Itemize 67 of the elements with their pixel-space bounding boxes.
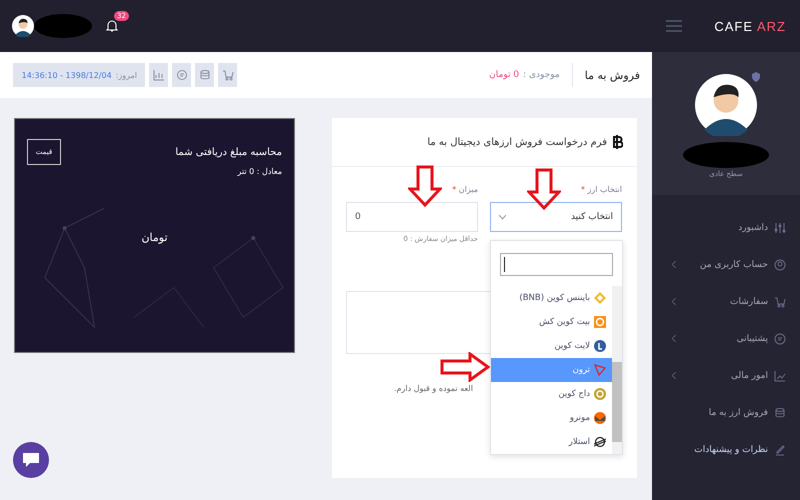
dropdown-option[interactable]: لایت کوین [491, 334, 612, 358]
chart-button[interactable] [149, 63, 168, 87]
avatar [12, 15, 34, 37]
balance-label: موجودی : [523, 70, 560, 80]
agreement-text: العه نموده و قبول دارم. [394, 384, 473, 393]
calculator-title: محاسبه مبلغ دریافتی شما [175, 146, 282, 158]
date-value: 1398/12/04 - 14:36:10 [22, 70, 112, 80]
chat-button[interactable] [13, 442, 49, 478]
currency-select[interactable]: انتخاب کنید [490, 202, 622, 232]
sliders-icon [774, 222, 786, 234]
dropdown-option[interactable]: (BNB) بایننس کوین [491, 286, 612, 310]
field-label: انتخاب ارز * [580, 185, 622, 194]
sidebar-item[interactable]: فروش ارز به ما [652, 394, 800, 431]
sidebar-item[interactable]: سفارشات [652, 283, 800, 320]
coins-icon [774, 406, 786, 418]
dropdown-option[interactable]: مونرو [491, 406, 612, 430]
bell-icon [106, 19, 118, 33]
logo-text: ARZ [757, 18, 786, 34]
avatar [695, 74, 757, 136]
bitcoin-icon [613, 135, 623, 149]
chart-icon [774, 370, 786, 382]
balance-value: 0 تومان [489, 70, 520, 80]
coin-icon [594, 388, 606, 400]
chart-icon [152, 69, 164, 81]
dropdown-option[interactable]: بیت کوین کش [491, 310, 612, 334]
annotation-arrow [527, 168, 561, 210]
logo-text: CAFE [714, 18, 753, 34]
annotation-arrow [440, 352, 490, 382]
form-title: فرم درخواست فروش ارزهای دیجیتال به ما [427, 136, 607, 148]
page-title: فروش به ما [584, 68, 640, 82]
annotation-arrow [408, 166, 442, 207]
dropdown-option[interactable]: داج کوین [491, 382, 612, 406]
field-label: میزان * [452, 185, 478, 194]
edit-icon [774, 444, 786, 456]
user-icon [774, 258, 786, 270]
amount-field[interactable]: 0 [346, 202, 478, 232]
equivalent-text: معادل : 0 تتر [238, 167, 282, 176]
cart-button[interactable] [218, 63, 237, 87]
coin-icon [594, 340, 606, 352]
chat-icon [22, 452, 40, 468]
cart-icon [774, 296, 786, 308]
diamond-coin-icon [594, 292, 606, 304]
menu-icon [666, 20, 682, 32]
sidebar-item[interactable]: داشبورد [652, 209, 800, 246]
support-icon [774, 332, 786, 344]
coins-icon [198, 69, 210, 81]
shield-icon [752, 72, 760, 82]
coin-icon [594, 316, 606, 328]
redaction-mark [34, 14, 92, 38]
sidebar-item[interactable]: امور مالی [652, 357, 800, 394]
sidebar-item[interactable]: حساب کاربری من [652, 246, 800, 283]
sidebar-item[interactable]: پشتیبانی [652, 320, 800, 357]
notification-button[interactable] [106, 19, 118, 33]
sidebar-item[interactable]: نظرات و پیشنهادات [652, 431, 800, 468]
scrollbar[interactable] [612, 286, 622, 454]
support-icon [176, 69, 188, 81]
cart-icon [222, 69, 234, 81]
coin-icon [594, 412, 606, 424]
date-label: امروز: [116, 70, 137, 80]
menu-button[interactable] [666, 20, 682, 32]
chevron-icon [499, 214, 506, 220]
triangle-coin-icon [594, 364, 606, 376]
support-button[interactable] [172, 63, 191, 87]
search-field[interactable] [500, 253, 613, 276]
total-amount: تومان [141, 231, 168, 244]
coins-button[interactable] [195, 63, 214, 87]
dropdown-option[interactable]: استلار [491, 430, 612, 454]
